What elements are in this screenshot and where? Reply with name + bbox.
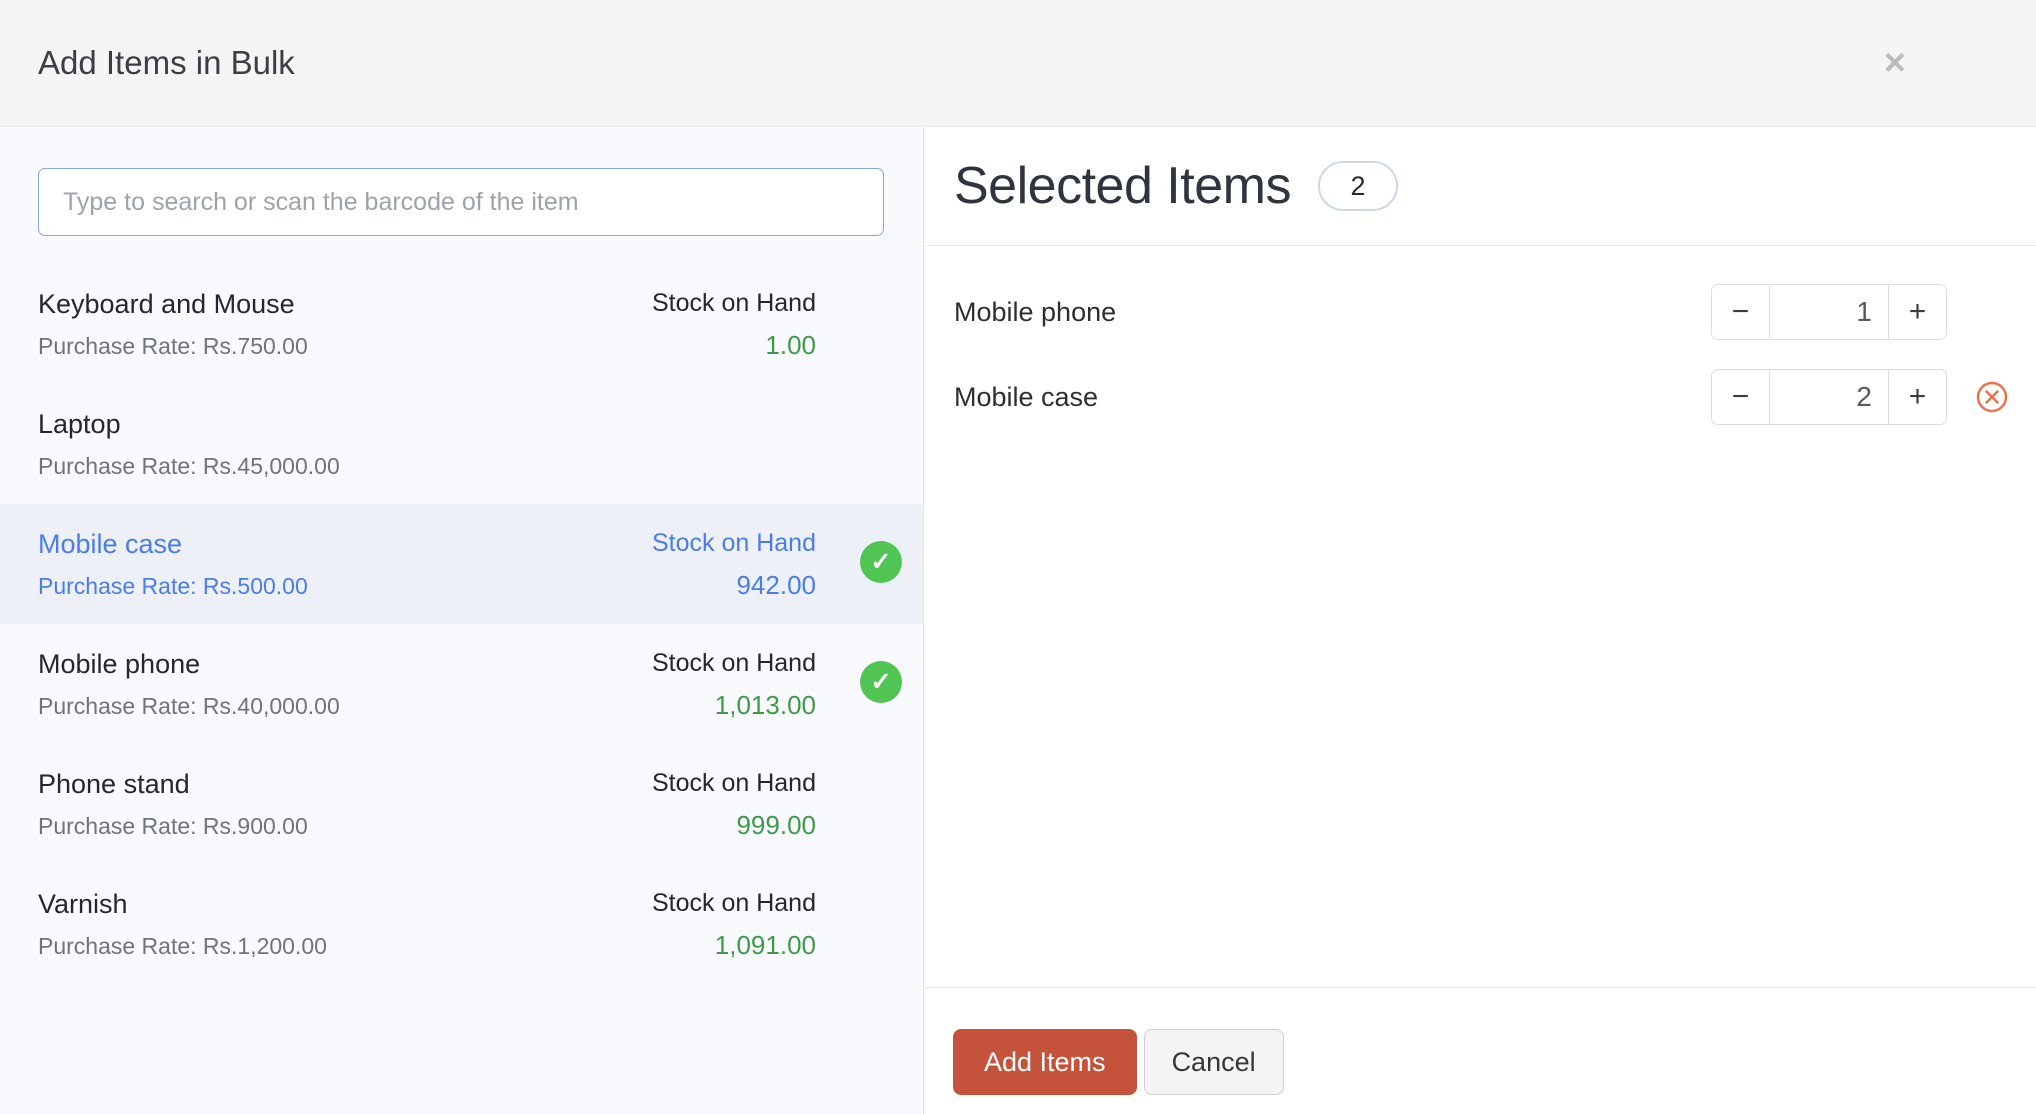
quantity-decrease-button[interactable]: − [1712,370,1770,424]
quantity-stepper: − + [1711,284,1947,340]
stock-on-hand-label: Stock on Hand [652,889,816,917]
item-purchase-rate: Purchase Rate: Rs.1,200.00 [38,933,327,959]
quantity-controls: − + [1711,284,2008,340]
selected-items-list: Mobile phone − + Mobile case − + [924,246,2036,987]
stock-on-hand-label: Stock on Hand [652,649,816,677]
selected-item-name: Mobile phone [954,296,1117,327]
selected-items-header: Selected Items 2 [924,127,2036,246]
item-name: Mobile phone [38,649,201,679]
stock-on-hand-value: 999.00 [736,810,816,840]
item-info: Laptop Purchase Rate: Rs.45,000.00 [38,409,340,504]
item-purchase-rate: Purchase Rate: Rs.45,000.00 [38,453,340,479]
item-stock: Stock on Hand 1,013.00 [652,649,816,744]
item-info: Phone stand Purchase Rate: Rs.900.00 [38,769,308,864]
search-input[interactable] [38,168,884,236]
selected-items-title: Selected Items [954,157,1291,215]
add-items-button[interactable]: Add Items [953,1029,1137,1095]
stock-on-hand-value: 1,091.00 [714,930,816,960]
item-info: Keyboard and Mouse Purchase Rate: Rs.750… [38,289,308,384]
stock-on-hand-value: 1,013.00 [714,690,816,720]
stock-on-hand-label: Stock on Hand [652,289,816,317]
selected-item-row: Mobile case − + [954,369,2008,425]
quantity-stepper: − + [1711,369,1947,425]
footer: Add Items Cancel [924,987,2036,1114]
quantity-input[interactable] [1770,370,1888,424]
item-row[interactable]: Phone stand Purchase Rate: Rs.900.00 Sto… [0,744,923,864]
selected-count-badge: 2 [1317,161,1398,211]
item-name: Phone stand [38,769,190,799]
item-row[interactable]: Mobile phone Purchase Rate: Rs.40,000.00… [0,624,923,744]
item-row[interactable]: Laptop Purchase Rate: Rs.45,000.00 ✓ [0,384,923,504]
stock-on-hand-label: Stock on Hand [652,769,816,797]
item-stock: Stock on Hand 1.00 [652,289,816,384]
quantity-input[interactable] [1770,285,1888,339]
item-list: Keyboard and Mouse Purchase Rate: Rs.750… [0,264,923,984]
stock-on-hand-value: 942.00 [736,570,816,600]
item-info: Varnish Purchase Rate: Rs.1,200.00 [38,889,327,984]
quantity-controls: − + [1711,369,2008,425]
modal-title: Add Items in Bulk [38,44,295,81]
close-icon[interactable]: × [1884,44,1906,82]
remove-item-icon[interactable] [1976,381,2008,413]
item-purchase-rate: Purchase Rate: Rs.900.00 [38,813,308,839]
item-row[interactable]: Keyboard and Mouse Purchase Rate: Rs.750… [0,264,923,384]
remove-slot [1976,381,2008,413]
item-purchase-rate: Purchase Rate: Rs.40,000.00 [38,693,340,719]
modal-header: Add Items in Bulk × [0,0,2036,127]
selected-item-name: Mobile case [954,381,1099,412]
item-stock: Stock on Hand 999.00 [652,769,816,864]
quantity-increase-button[interactable]: + [1888,285,1946,339]
quantity-increase-button[interactable]: + [1888,370,1946,424]
item-purchase-rate: Purchase Rate: Rs.500.00 [38,573,308,599]
item-info: Mobile case Purchase Rate: Rs.500.00 [38,529,308,624]
item-name: Keyboard and Mouse [38,289,295,319]
item-stock: Stock on Hand 942.00 [652,529,816,624]
item-name: Varnish [38,889,128,919]
selected-items-panel: Selected Items 2 Mobile phone − + Mobile… [924,127,2036,1114]
selected-item-row: Mobile phone − + [954,284,2008,340]
selected-check-icon: ✓ [860,661,902,703]
item-stock: Stock on Hand 1,091.00 [652,889,816,984]
stock-on-hand-value: 1.00 [765,330,816,360]
item-purchase-rate: Purchase Rate: Rs.750.00 [38,333,308,359]
cancel-button[interactable]: Cancel [1143,1029,1284,1095]
item-row[interactable]: Varnish Purchase Rate: Rs.1,200.00 Stock… [0,864,923,984]
stock-on-hand-label: Stock on Hand [652,529,816,557]
item-info: Mobile phone Purchase Rate: Rs.40,000.00 [38,649,340,744]
modal-body: Keyboard and Mouse Purchase Rate: Rs.750… [0,127,2036,1114]
item-name: Mobile case [38,529,183,559]
item-search-panel: Keyboard and Mouse Purchase Rate: Rs.750… [0,127,924,1114]
quantity-decrease-button[interactable]: − [1712,285,1770,339]
selected-check-icon: ✓ [860,541,902,583]
item-row[interactable]: Mobile case Purchase Rate: Rs.500.00 Sto… [0,504,923,624]
item-name: Laptop [38,409,121,439]
